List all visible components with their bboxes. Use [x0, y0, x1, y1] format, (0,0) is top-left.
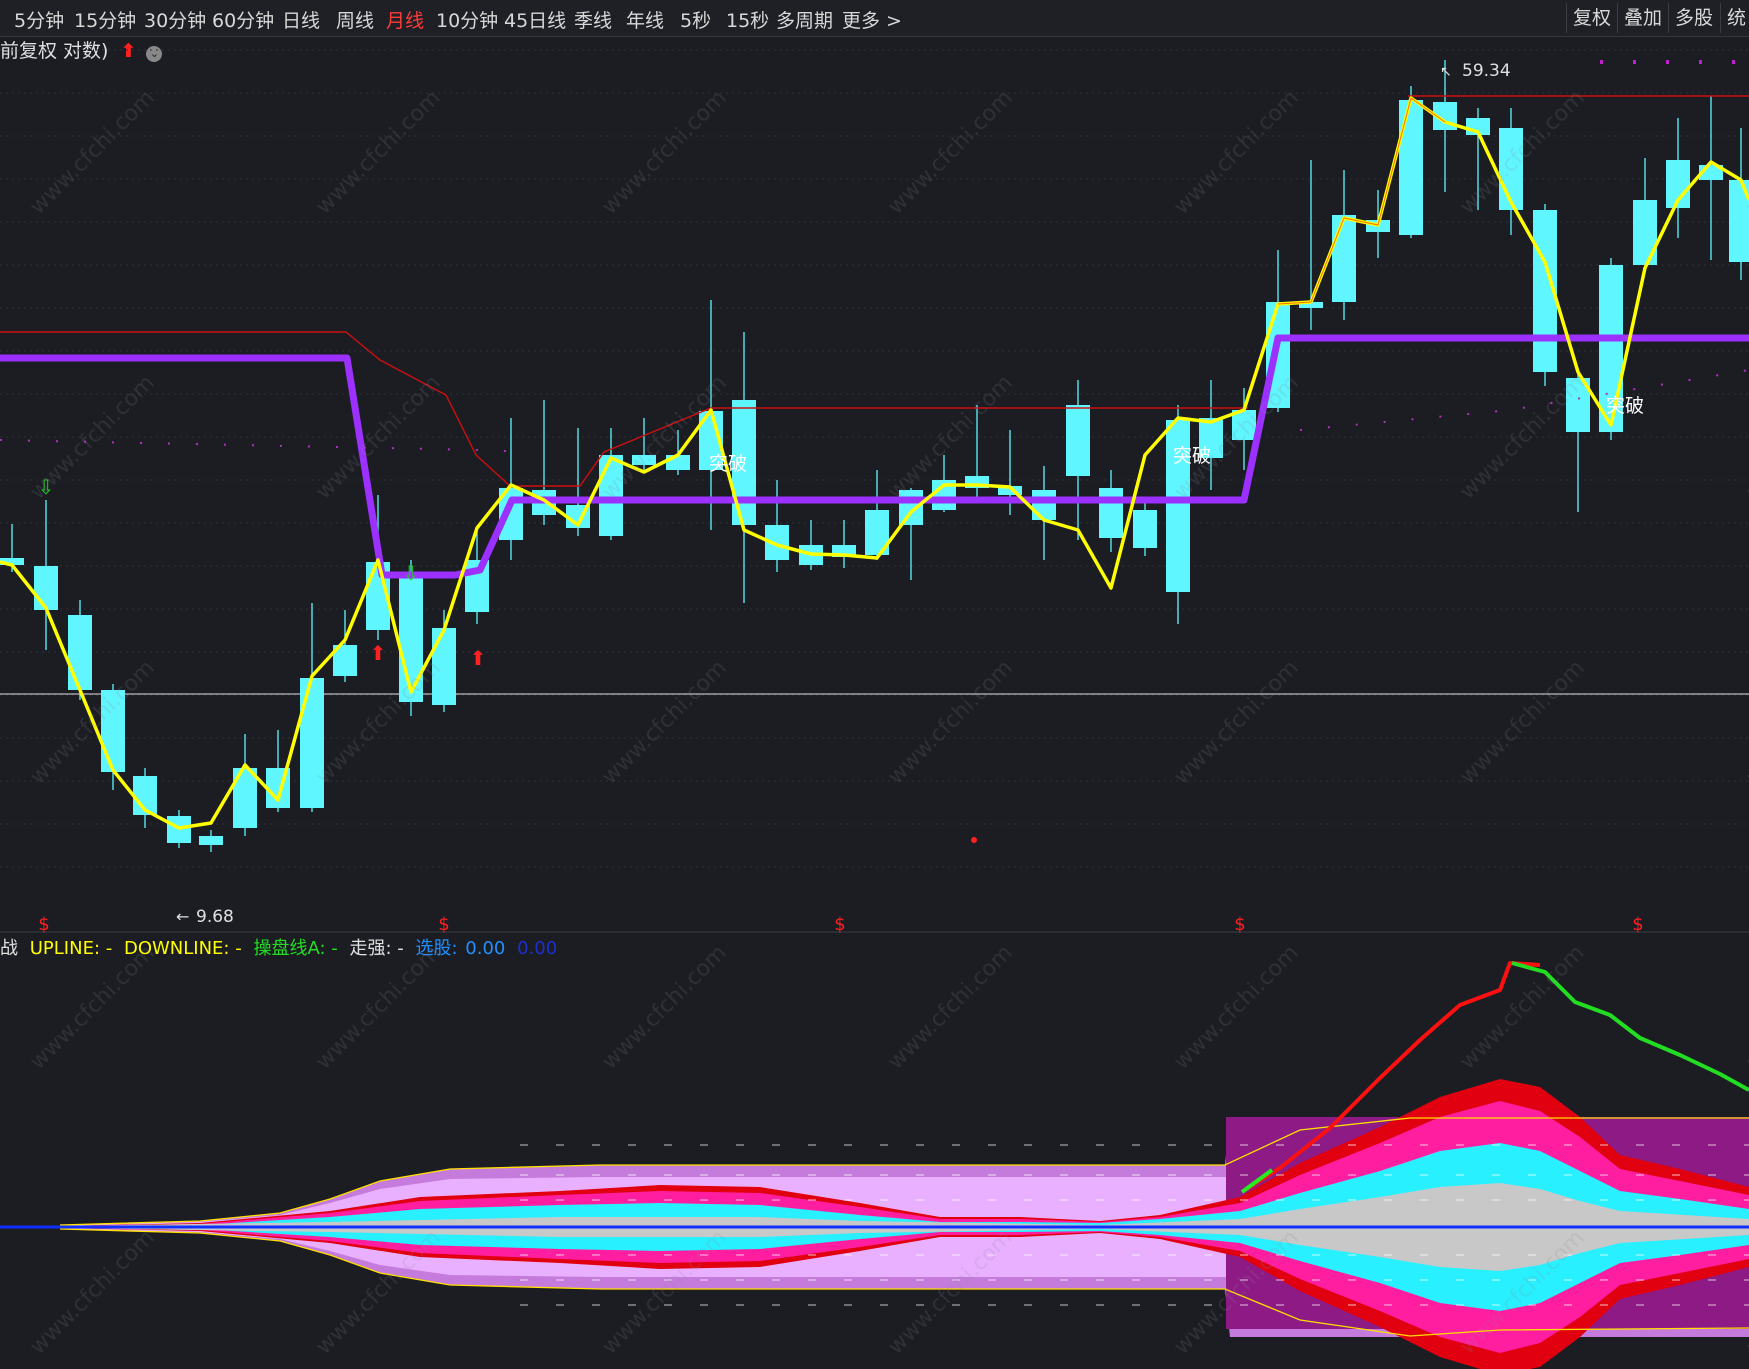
select-label: 选股: — [415, 938, 458, 959]
high-arrow-icon: ↖ — [1440, 64, 1452, 80]
s-marker-icon: $ — [1632, 914, 1643, 935]
line-a-label: 操盘线A: - — [253, 938, 338, 959]
down-signal-icon: ⇩ — [38, 475, 55, 499]
up-signal-icon: ⬆ — [370, 641, 387, 665]
candle-body-down — [1099, 488, 1123, 538]
candle-body-down — [1499, 128, 1523, 210]
s-marker-icon: $ — [1234, 914, 1245, 935]
breakout-label: 突破 — [709, 453, 747, 475]
candle-body-down — [1133, 510, 1157, 548]
kline-chart[interactable]: ⇩⇩⬆ ⬆$ $ $ $ $突破 突破突破↖ 59.34← 9.68 — [0, 0, 1749, 1369]
breakout-label: 突破 — [1606, 395, 1644, 417]
down-signal-icon: ⇩ — [403, 561, 420, 585]
candle-body-down — [432, 628, 456, 705]
strong-label: 走强: - — [349, 938, 404, 959]
candle-body-down — [199, 836, 223, 845]
candle-body-down — [101, 690, 125, 772]
s-marker-icon: $ — [38, 914, 49, 935]
high-label: 59.34 — [1462, 61, 1511, 81]
candle-body-down — [1399, 100, 1423, 235]
downline-label: DOWNLINE: - — [123, 938, 242, 959]
low-label: 9.68 — [196, 907, 234, 927]
candle-body-down — [68, 615, 92, 690]
select-value-2: 0.00 — [517, 938, 558, 959]
up-signal-icon: ⬆ — [470, 646, 487, 670]
candle-body-down — [1066, 405, 1090, 476]
candle-body-down — [399, 575, 423, 702]
indicator-name: 战 — [0, 938, 18, 959]
candle-body-down — [1633, 200, 1657, 265]
low-arrow-icon: ← — [176, 907, 189, 926]
ma-line — [0, 96, 1749, 830]
indicator-legend: 战 UPLINE: - DOWNLINE: - 操盘线A: - 走强: - 选股… — [0, 934, 563, 960]
candle-body-down — [632, 455, 656, 465]
strength-line-green — [1511, 961, 1749, 1092]
candle-body-down — [599, 455, 623, 536]
upline-label: UPLINE: - — [29, 938, 113, 959]
dotted-line-2 — [1299, 369, 1749, 431]
candle-body-down — [34, 566, 58, 610]
breakout-label: 突破 — [1173, 445, 1211, 467]
s-marker-icon: $ — [438, 914, 449, 935]
signal-dot — [971, 837, 977, 843]
candle-body-down — [300, 678, 324, 808]
candle-body-down — [899, 490, 923, 525]
s-marker-icon: $ — [834, 914, 845, 935]
select-value-1: 0.00 — [465, 938, 506, 959]
candle-body-down — [1032, 490, 1056, 520]
candle-body-down — [1332, 215, 1356, 302]
dotted-line-1 — [0, 439, 531, 453]
